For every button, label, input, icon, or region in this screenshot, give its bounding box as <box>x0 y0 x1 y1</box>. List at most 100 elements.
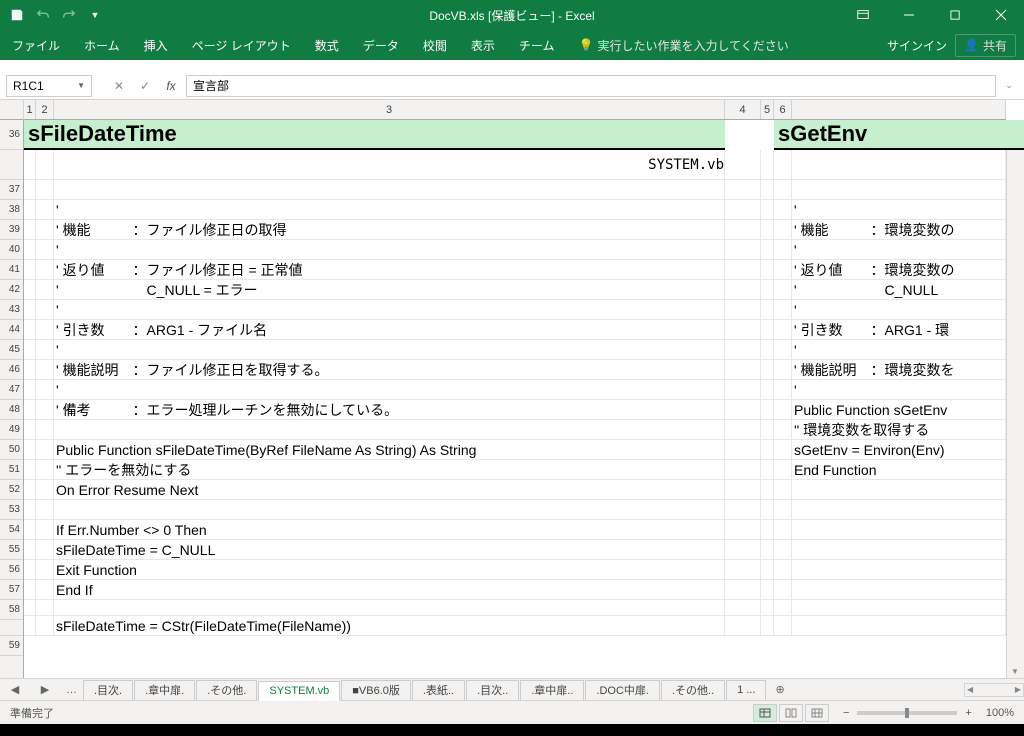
sheet-nav-prev-icon[interactable]: ◀ <box>0 683 30 696</box>
sheet-tab[interactable]: .表紙.. <box>412 680 465 700</box>
cancel-formula-icon[interactable]: ✕ <box>108 75 130 97</box>
row-header[interactable]: 47 <box>0 380 23 400</box>
row-header[interactable]: 36 <box>0 120 23 150</box>
zoom-in-icon[interactable]: + <box>965 707 971 719</box>
tab-insert[interactable]: 挿入 <box>132 30 180 60</box>
ribbon-display-icon[interactable] <box>840 0 886 30</box>
zoom-out-icon[interactable]: − <box>843 707 849 719</box>
code-cell: Public Function sGetEnv <box>794 402 947 418</box>
row-header[interactable]: 55 <box>0 540 23 560</box>
section-header-a[interactable]: sFileDateTime <box>24 120 725 150</box>
zoom-slider[interactable] <box>857 711 957 715</box>
sheet-tab[interactable]: .DOC中扉. <box>585 680 660 700</box>
row-header[interactable]: 45 <box>0 340 23 360</box>
row-header[interactable]: 38 <box>0 200 23 220</box>
col-header[interactable]: 5 <box>761 100 774 119</box>
tab-formulas[interactable]: 数式 <box>303 30 351 60</box>
tab-team[interactable]: チーム <box>507 30 567 60</box>
name-box[interactable]: R1C1 ▼ <box>6 75 92 97</box>
sheet-tab[interactable]: .その他. <box>196 680 257 700</box>
tab-page-layout[interactable]: ページ レイアウト <box>180 30 303 60</box>
code-cell: ' <box>794 202 797 218</box>
col-header[interactable]: 1 <box>24 100 36 119</box>
col-header[interactable]: 6 <box>774 100 792 119</box>
row-header[interactable]: 53 <box>0 500 23 520</box>
row-header[interactable]: 41 <box>0 260 23 280</box>
code-cell: '' エラーを無効にする <box>56 460 191 480</box>
row-header[interactable]: 42 <box>0 280 23 300</box>
row-header[interactable]: 49 <box>0 420 23 440</box>
maximize-icon[interactable] <box>932 0 978 30</box>
share-button[interactable]: 👤 共有 <box>955 34 1016 57</box>
sheet-tab-active[interactable]: SYSTEM.vb <box>258 681 340 701</box>
sheet-tab[interactable]: .目次.. <box>466 680 519 700</box>
cells-area[interactable]: sFileDateTime sGetEnv SYSTEM.vb '' ' 機能 … <box>24 120 1006 678</box>
formula-bar-input[interactable] <box>186 75 996 97</box>
minimize-icon[interactable] <box>886 0 932 30</box>
undo-icon[interactable] <box>32 4 54 26</box>
row-header[interactable] <box>0 150 23 180</box>
row-header[interactable] <box>0 620 23 636</box>
section-header-b[interactable]: sGetEnv <box>774 120 1024 150</box>
horizontal-scrollbar[interactable]: ◀▶ <box>964 683 1024 697</box>
sheet-tab[interactable]: .章中扉.. <box>520 680 584 700</box>
sheet-tab[interactable]: .目次. <box>83 680 133 700</box>
row-header[interactable]: 50 <box>0 440 23 460</box>
vertical-scrollbar[interactable] <box>1006 120 1024 678</box>
row-header[interactable]: 56 <box>0 560 23 580</box>
row-header[interactable]: 43 <box>0 300 23 320</box>
code-cell: ' 機能説明 ：環境変数を <box>794 360 955 380</box>
code-cell: ' 機能 ：環境変数の <box>794 220 955 240</box>
zoom-level[interactable]: 100% <box>986 707 1014 719</box>
row-header[interactable]: 44 <box>0 320 23 340</box>
enter-formula-icon[interactable]: ✓ <box>134 75 156 97</box>
row-header[interactable]: 59 <box>0 636 23 656</box>
col-header[interactable]: 3 <box>54 100 725 119</box>
view-page-layout-icon[interactable] <box>779 704 803 722</box>
row-headers[interactable]: 36 37 38 39 40 41 42 43 44 45 46 47 48 4… <box>0 120 24 678</box>
tell-me[interactable]: 💡 実行したい作業を入力してください <box>566 30 800 60</box>
redo-icon[interactable] <box>58 4 80 26</box>
column-headers[interactable]: 1 2 3 4 5 6 <box>24 100 1006 120</box>
new-sheet-icon[interactable]: ⊕ <box>767 683 792 696</box>
tab-review[interactable]: 校閲 <box>411 30 459 60</box>
row-header[interactable]: 46 <box>0 360 23 380</box>
col-header[interactable]: 2 <box>36 100 54 119</box>
code-cell: ' <box>56 202 59 218</box>
row-header[interactable]: 37 <box>0 180 23 200</box>
save-icon[interactable] <box>6 4 28 26</box>
fx-icon[interactable]: fx <box>160 75 182 97</box>
view-page-break-icon[interactable] <box>805 704 829 722</box>
row-header[interactable]: 54 <box>0 520 23 540</box>
sheet-nav-more[interactable]: … <box>60 684 83 696</box>
col-header[interactable] <box>792 100 1006 119</box>
code-cell: Public Function sFileDateTime(ByRef File… <box>56 442 476 458</box>
tab-view[interactable]: 表示 <box>459 30 507 60</box>
view-normal-icon[interactable] <box>753 704 777 722</box>
sheet-tab-more[interactable]: 1 ... <box>726 680 766 700</box>
sheet-tab[interactable]: .その他.. <box>661 680 725 700</box>
row-header[interactable]: 51 <box>0 460 23 480</box>
row-header[interactable]: 52 <box>0 480 23 500</box>
sheet-nav-next-icon[interactable]: ▶ <box>30 683 60 696</box>
close-icon[interactable] <box>978 0 1024 30</box>
qat-customize-icon[interactable]: ▼ <box>84 4 106 26</box>
row-header[interactable]: 57 <box>0 580 23 600</box>
share-label: 共有 <box>983 37 1007 54</box>
tell-me-label: 実行したい作業を入力してください <box>597 37 788 54</box>
sheet-tab[interactable]: ■VB6.0版 <box>341 680 411 700</box>
tab-home[interactable]: ホーム <box>72 30 132 60</box>
signin-link[interactable]: サインイン <box>887 37 947 54</box>
window-title: DocVB.xls [保護ビュー] - Excel <box>429 7 594 24</box>
row-header[interactable]: 39 <box>0 220 23 240</box>
tab-data[interactable]: データ <box>351 30 411 60</box>
select-all-button[interactable] <box>0 100 24 120</box>
col-header[interactable]: 4 <box>725 100 761 119</box>
row-header[interactable]: 40 <box>0 240 23 260</box>
code-cell: ' 備考 ：エラー処理ルーチンを無効にしている。 <box>56 400 398 420</box>
expand-formula-bar-icon[interactable]: ⌄ <box>1000 80 1018 91</box>
tab-file[interactable]: ファイル <box>0 30 72 60</box>
sheet-tab[interactable]: .章中扉. <box>134 680 195 700</box>
row-header[interactable]: 48 <box>0 400 23 420</box>
row-header[interactable]: 58 <box>0 600 23 620</box>
